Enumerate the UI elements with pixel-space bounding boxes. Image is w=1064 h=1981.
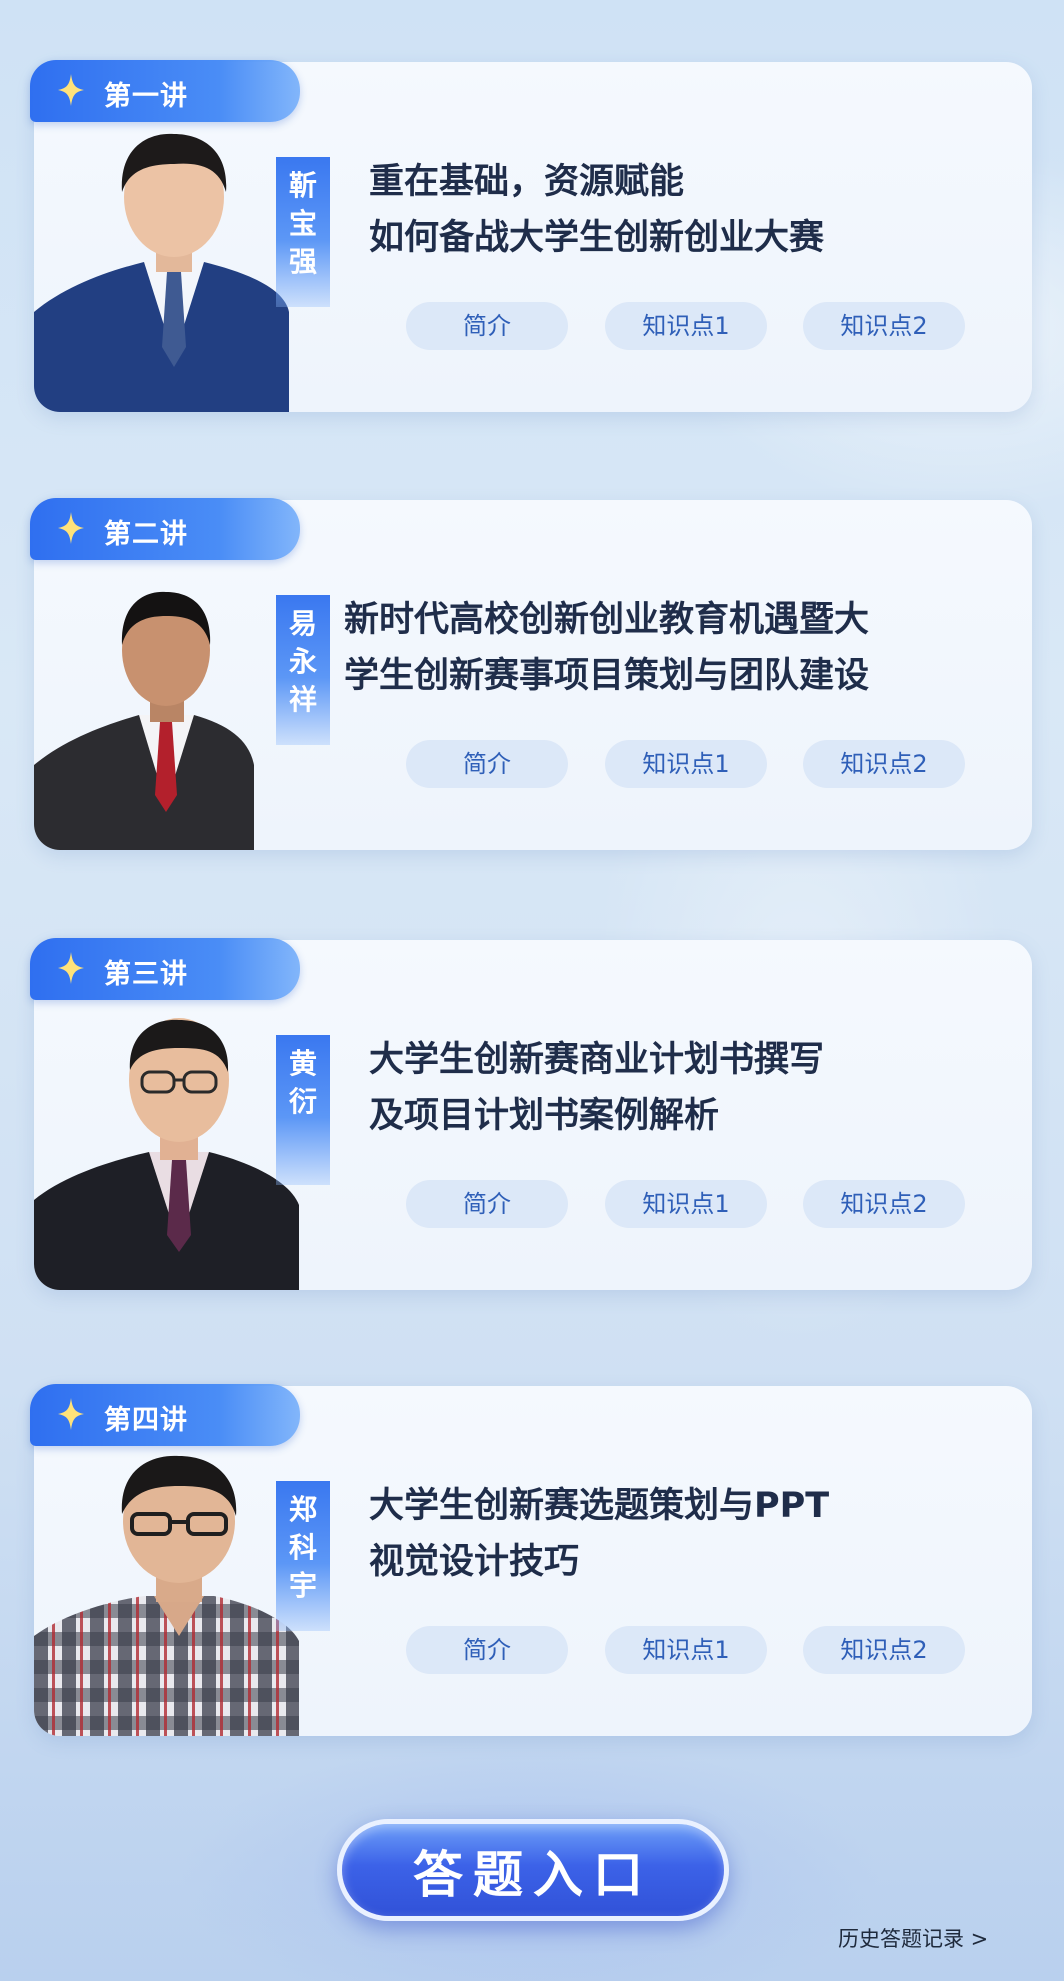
speaker-name-char: 宇: [288, 1569, 317, 1602]
intro-button[interactable]: 简介: [406, 740, 568, 788]
speaker-name-char: 靳: [288, 169, 317, 202]
lecture-title-line: 视觉设计技巧: [369, 1542, 580, 1582]
sparkle-icon: [58, 512, 84, 544]
speaker-photo: [34, 112, 314, 412]
speaker-name-char: 宝: [288, 207, 317, 240]
lecture-title: 重在基础，资源赋能 如何备战大学生创新创业大赛: [369, 154, 999, 266]
knowledge-point-2-button[interactable]: 知识点2: [803, 302, 965, 350]
speaker-name-char: 郑: [288, 1493, 317, 1526]
lecture-title-line: 如何备战大学生创新创业大赛: [369, 218, 825, 258]
lecture-title: 大学生创新赛商业计划书撰写 及项目计划书案例解析: [369, 1032, 999, 1144]
speaker-name-char: 黄: [288, 1047, 317, 1080]
history-answers-link[interactable]: 历史答题记录 >: [838, 1923, 988, 1953]
speaker-photo: [34, 990, 314, 1290]
lecture-card-4: 第四讲 郑 科 宇 大学生创新赛选题策划与PPT 视觉设计技巧 简介 知识点1 …: [30, 1384, 1032, 1736]
lecture-title: 大学生创新赛选题策划与PPT 视觉设计技巧: [369, 1478, 999, 1590]
speaker-portrait-image: [34, 133, 289, 412]
lecture-card-1: 第一讲 靳 宝 强 重在基础，资源赋能 如何备战大学生创新创业大赛 简介 知识点…: [30, 60, 1032, 412]
lecture-badge-label: 第二讲: [104, 519, 188, 550]
knowledge-point-2-button[interactable]: 知识点2: [803, 740, 965, 788]
lecture-badge-label: 第四讲: [104, 1405, 188, 1436]
knowledge-point-2-button[interactable]: 知识点2: [803, 1180, 965, 1228]
knowledge-point-1-button[interactable]: 知识点1: [605, 1180, 767, 1228]
speaker-portrait-image: [34, 591, 254, 850]
speaker-name-char: 永: [288, 645, 317, 678]
speaker-name: 易 永 祥: [276, 595, 330, 745]
lecture-title-line: 新时代高校创新创业教育机遇暨大: [344, 600, 870, 640]
speaker-name: 郑 科 宇: [276, 1481, 330, 1631]
intro-button[interactable]: 简介: [406, 1626, 568, 1674]
intro-button[interactable]: 简介: [406, 1180, 568, 1228]
lecture-title-line: 大学生创新赛选题策划与PPT: [369, 1486, 830, 1526]
intro-button[interactable]: 简介: [406, 302, 568, 350]
speaker-name-char: 科: [288, 1531, 317, 1564]
knowledge-point-1-button[interactable]: 知识点1: [605, 1626, 767, 1674]
lecture-card-3: 第三讲 黄 衍 大学生创新赛商业计划书撰写 及项目计划书案例解析 简介 知识点1…: [30, 938, 1032, 1290]
lecture-title-line: 及项目计划书案例解析: [369, 1096, 720, 1136]
lecture-badge-label: 第一讲: [104, 81, 188, 112]
lecture-title: 新时代高校创新创业教育机遇暨大 学生创新赛事项目策划与团队建设: [344, 592, 974, 704]
speaker-name-char: 衍: [288, 1085, 317, 1118]
speaker-name: 靳 宝 强: [276, 157, 330, 307]
knowledge-point-1-button[interactable]: 知识点1: [605, 302, 767, 350]
knowledge-point-1-button[interactable]: 知识点1: [605, 740, 767, 788]
speaker-name-char: 强: [288, 245, 317, 278]
sparkle-icon: [58, 1398, 84, 1430]
lecture-badge-label: 第三讲: [104, 959, 188, 990]
speaker-portrait-image: [34, 1455, 299, 1736]
lecture-title-line: 大学生创新赛商业计划书撰写: [369, 1040, 825, 1080]
lecture-card-2: 第二讲 易 永 祥 新时代高校创新创业教育机遇暨大 学生创新赛事项目策划与团队建…: [30, 498, 1032, 850]
speaker-photo: [34, 550, 314, 850]
speaker-photo: [34, 1436, 314, 1736]
answer-entry-button[interactable]: 答题入口: [337, 1819, 729, 1921]
speaker-name-char: 易: [288, 607, 317, 640]
lecture-title-line: 重在基础，资源赋能: [369, 162, 685, 202]
sparkle-icon: [58, 952, 84, 984]
speaker-name: 黄 衍: [276, 1035, 330, 1185]
speaker-portrait-image: [34, 1018, 299, 1290]
knowledge-point-2-button[interactable]: 知识点2: [803, 1626, 965, 1674]
lecture-title-line: 学生创新赛事项目策划与团队建设: [344, 656, 870, 696]
speaker-name-char: 祥: [288, 683, 317, 716]
sparkle-icon: [58, 74, 84, 106]
